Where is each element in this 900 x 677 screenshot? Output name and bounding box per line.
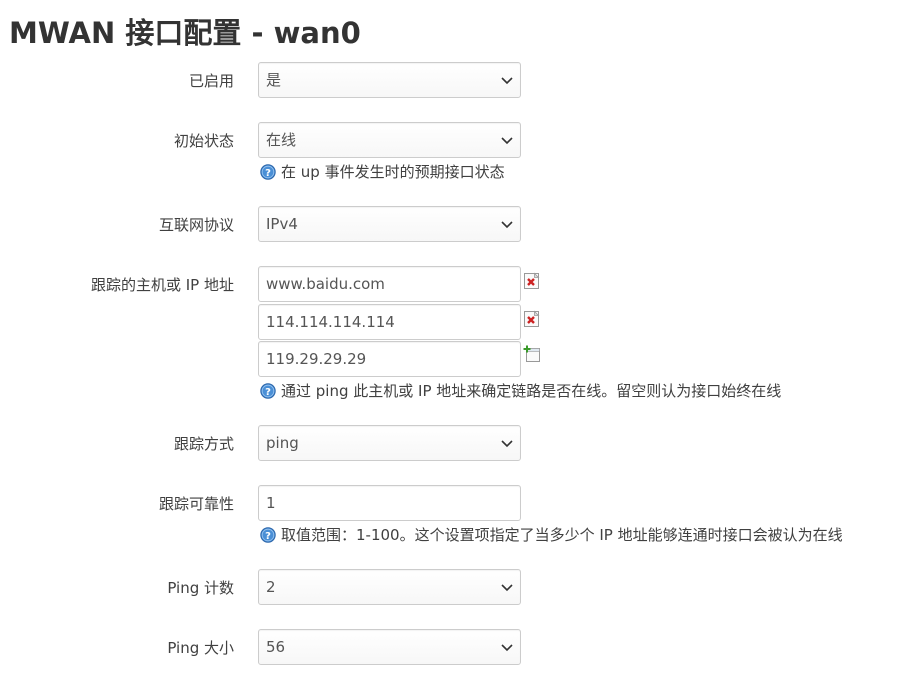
help-question-icon: ? bbox=[260, 383, 276, 399]
reliability-help-text: 取值范围：1-100。这个设置项指定了当多少个 IP 地址能够连通时接口会被认为… bbox=[281, 526, 843, 544]
ping-size-select[interactable]: 56 bbox=[258, 629, 521, 665]
track-ip-input-1[interactable]: www.baidu.com bbox=[258, 266, 521, 302]
track-method-select[interactable]: ping bbox=[258, 425, 521, 461]
chevron-down-icon bbox=[500, 73, 514, 87]
chevron-down-icon bbox=[500, 436, 514, 450]
ping-size-label: Ping 大小 bbox=[167, 639, 234, 657]
enabled-value: 是 bbox=[266, 71, 282, 89]
add-entry-icon[interactable] bbox=[523, 345, 541, 363]
track-ip-help-text: 通过 ping 此主机或 IP 地址来确定链路是否在线。留空则认为接口始终在线 bbox=[281, 382, 782, 400]
svg-text:?: ? bbox=[265, 387, 271, 398]
svg-text:?: ? bbox=[265, 168, 271, 179]
initial-state-value: 在线 bbox=[266, 131, 297, 149]
enabled-select[interactable]: 是 bbox=[258, 62, 521, 98]
ping-size-value: 56 bbox=[266, 638, 286, 656]
reliability-input[interactable]: 1 bbox=[258, 485, 521, 521]
initial-state-help: ? 在 up 事件发生时的预期接口状态 bbox=[260, 163, 505, 181]
reliability-label: 跟踪可靠性 bbox=[158, 495, 234, 513]
family-label: 互联网协议 bbox=[158, 216, 234, 234]
chevron-down-icon bbox=[500, 580, 514, 594]
family-value: IPv4 bbox=[266, 215, 298, 233]
track-ip-help: ? 通过 ping 此主机或 IP 地址来确定链路是否在线。留空则认为接口始终在线 bbox=[260, 382, 781, 400]
track-method-label: 跟踪方式 bbox=[173, 435, 234, 453]
chevron-down-icon bbox=[500, 640, 514, 654]
track-ip-value-1: www.baidu.com bbox=[266, 275, 385, 293]
page-title: MWAN 接口配置 - wan0 bbox=[9, 16, 361, 50]
track-ip-value-2: 114.114.114.114 bbox=[266, 313, 395, 331]
ping-count-label: Ping 计数 bbox=[167, 579, 234, 597]
help-question-icon: ? bbox=[260, 527, 276, 543]
ping-count-select[interactable]: 2 bbox=[258, 569, 521, 605]
chevron-down-icon bbox=[500, 133, 514, 147]
reliability-help: ? 取值范围：1-100。这个设置项指定了当多少个 IP 地址能够连通时接口会被认… bbox=[260, 526, 843, 544]
family-select[interactable]: IPv4 bbox=[258, 206, 521, 242]
enabled-label: 已启用 bbox=[188, 72, 234, 90]
help-question-icon: ? bbox=[260, 164, 276, 180]
remove-entry-icon[interactable] bbox=[523, 310, 541, 328]
ping-count-value: 2 bbox=[266, 578, 276, 596]
track-method-value: ping bbox=[266, 434, 299, 452]
track-ip-label: 跟踪的主机或 IP 地址 bbox=[90, 276, 234, 294]
track-ip-value-3: 119.29.29.29 bbox=[266, 350, 367, 368]
initial-state-label: 初始状态 bbox=[173, 132, 234, 150]
track-ip-input-2[interactable]: 114.114.114.114 bbox=[258, 304, 521, 340]
remove-entry-icon[interactable] bbox=[523, 272, 541, 290]
reliability-value: 1 bbox=[266, 494, 276, 512]
chevron-down-icon bbox=[500, 217, 514, 231]
svg-text:?: ? bbox=[265, 531, 271, 542]
initial-state-select[interactable]: 在线 bbox=[258, 122, 521, 158]
initial-state-help-text: 在 up 事件发生时的预期接口状态 bbox=[281, 163, 505, 181]
track-ip-input-3[interactable]: 119.29.29.29 bbox=[258, 341, 521, 377]
